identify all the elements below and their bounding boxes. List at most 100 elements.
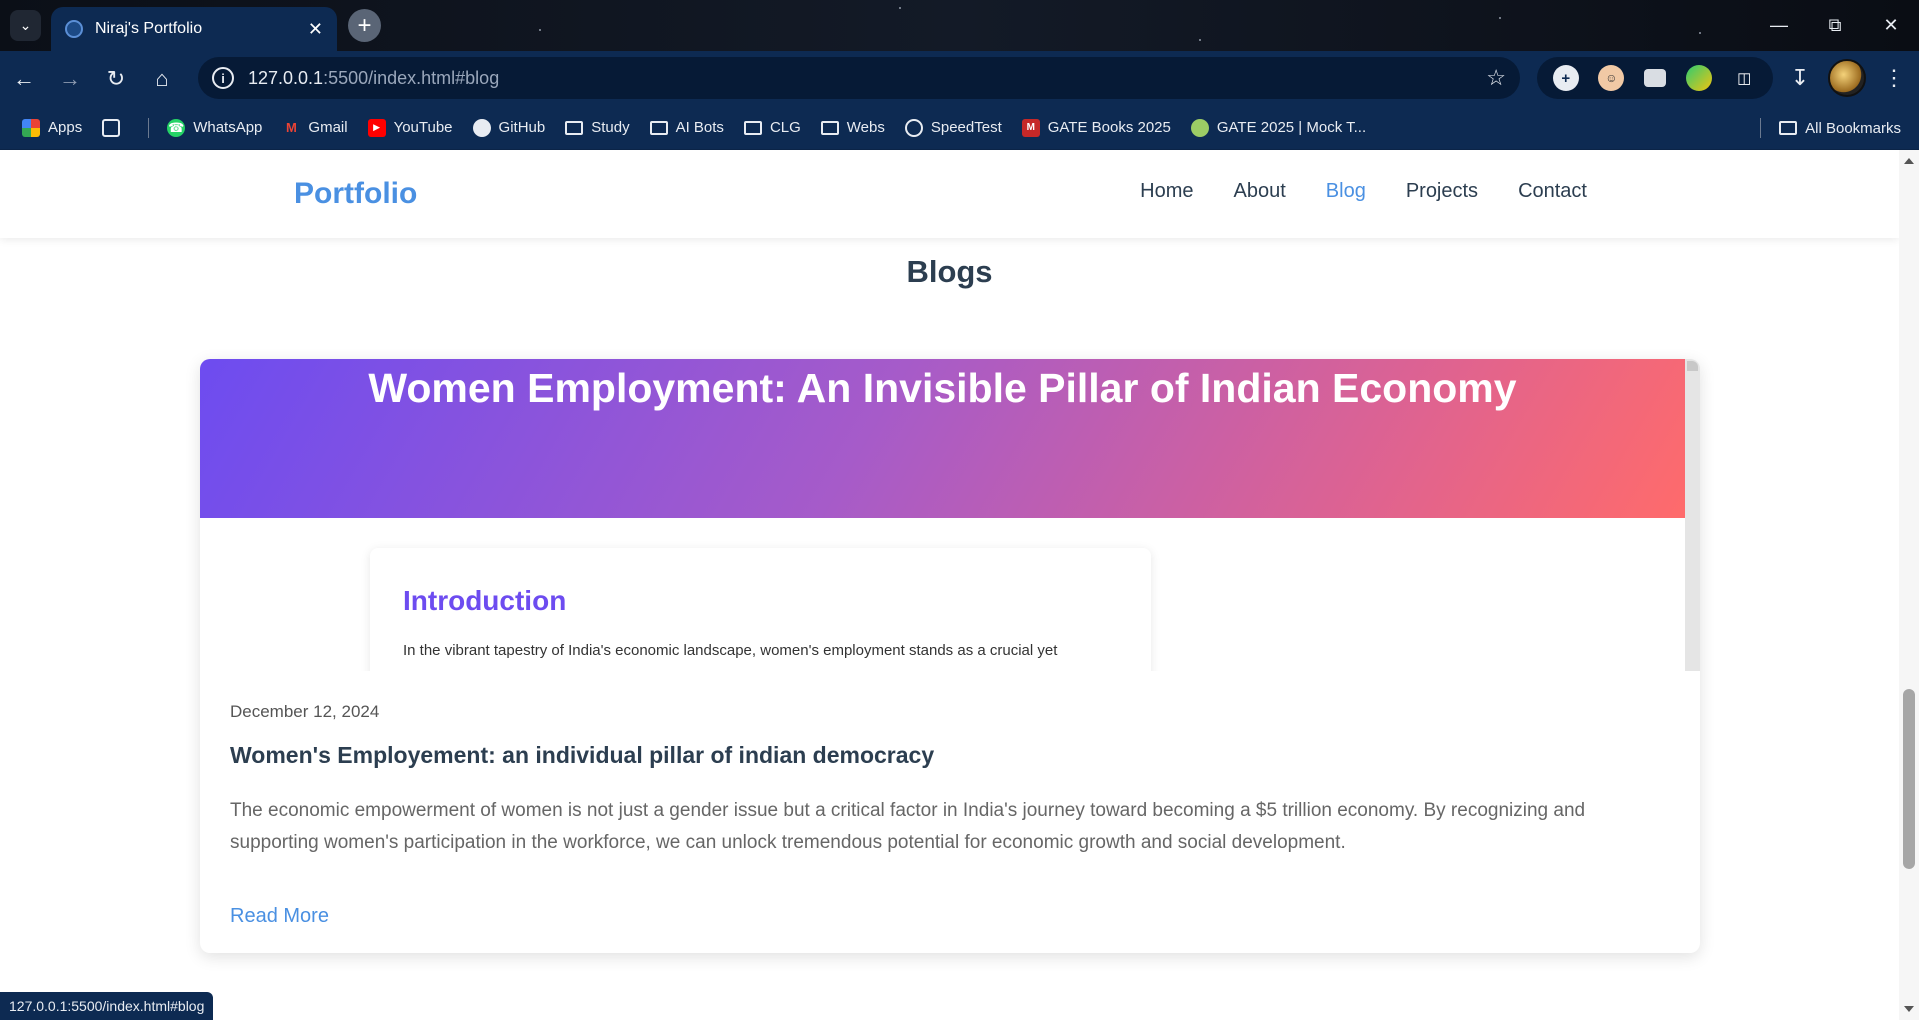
whatsapp-icon: ☎ xyxy=(167,118,186,137)
nav-links: Home About Blog Projects Contact xyxy=(1140,180,1587,203)
bookmark-separator xyxy=(1760,118,1762,138)
bookmark-label: Gmail xyxy=(308,119,348,136)
minimize-button[interactable]: — xyxy=(1751,0,1807,51)
minimize-icon: — xyxy=(1770,15,1788,35)
home-button[interactable]: ⌂ xyxy=(140,57,184,101)
bookmark-label: GATE Books 2025 xyxy=(1047,119,1171,136)
more-menu-icon[interactable]: ⋮ xyxy=(1874,58,1914,98)
scroll-down-arrow-icon[interactable] xyxy=(1904,1006,1914,1012)
post-date: December 12, 2024 xyxy=(230,702,380,721)
bookmark-label: GATE 2025 | Mock T... xyxy=(1216,119,1367,136)
bookmark-folder-study[interactable]: Study xyxy=(565,119,630,136)
globe-icon xyxy=(65,20,83,38)
scroll-up-arrow-icon[interactable] xyxy=(1904,158,1914,164)
intro-text: In the vibrant tapestry of India's econo… xyxy=(403,642,1058,659)
bookmark-gmail[interactable]: M Gmail xyxy=(282,119,348,137)
tab-search-button[interactable]: ⌄ xyxy=(10,10,41,41)
nav-projects[interactable]: Projects xyxy=(1406,180,1478,203)
blog-card: Women Employment: An Invisible Pillar of… xyxy=(200,359,1700,953)
page-scrollbar-thumb[interactable] xyxy=(1903,689,1915,869)
bookmark-label: YouTube xyxy=(393,119,453,136)
forward-button[interactable]: → xyxy=(48,57,92,101)
folder-icon xyxy=(565,120,584,135)
bookmark-gate-books[interactable]: M GATE Books 2025 xyxy=(1021,118,1171,137)
extensions-group: + ☺ ◫ xyxy=(1537,57,1773,99)
all-bookmarks[interactable]: All Bookmarks xyxy=(1760,106,1901,150)
nav-contact[interactable]: Contact xyxy=(1518,180,1587,203)
bookmark-label: AI Bots xyxy=(675,119,724,136)
speedtest-icon xyxy=(904,118,923,137)
hero-title: Women Employment: An Invisible Pillar of… xyxy=(368,365,1517,411)
page-viewport: Portfolio Home About Blog Projects Conta… xyxy=(0,150,1919,1020)
plus-icon: + xyxy=(357,11,372,39)
address-bar[interactable]: i 127.0.0.1:5500/index.html#blog ☆ xyxy=(198,57,1520,99)
url-text[interactable]: 127.0.0.1:5500/index.html#blog xyxy=(248,68,1486,89)
puzzle-icon[interactable]: ◫ xyxy=(1731,65,1757,91)
blog-preview-frame[interactable]: Women Employment: An Invisible Pillar of… xyxy=(200,359,1700,671)
gmail-icon: M xyxy=(285,120,297,135)
new-tab-button[interactable]: + xyxy=(348,9,381,42)
nav-blog[interactable]: Blog xyxy=(1326,180,1366,203)
intro-section: Introduction In the vibrant tapestry of … xyxy=(370,548,1151,671)
plus-circle-extension-icon[interactable]: + xyxy=(1552,65,1579,91)
read-more-link[interactable]: Read More xyxy=(230,905,329,928)
link-status-bar: 127.0.0.1:5500/index.html#blog xyxy=(0,992,214,1020)
bookmark-label: CLG xyxy=(769,119,801,136)
info-icon[interactable]: i xyxy=(212,67,234,89)
preview-scrollbar-thumb[interactable] xyxy=(1687,361,1698,371)
printer-extension-icon[interactable] xyxy=(1643,69,1666,87)
site-navbar: Portfolio Home About Blog Projects Conta… xyxy=(0,150,1899,238)
bookmark-speedtest[interactable]: SpeedTest xyxy=(904,118,1002,137)
intro-heading: Introduction xyxy=(403,585,567,616)
nav-home[interactable]: Home xyxy=(1140,180,1193,203)
bookmark-label: Webs xyxy=(846,119,885,136)
page-scrollbar[interactable] xyxy=(1899,150,1919,1020)
bookmark-whatsapp[interactable]: ☎ WhatsApp xyxy=(167,118,262,137)
bookmark-gate-mock[interactable]: GATE 2025 | Mock T... xyxy=(1190,118,1367,137)
apps-grid-icon xyxy=(22,118,40,137)
bookmark-folder-webs[interactable]: Webs xyxy=(820,119,885,136)
profile-avatar[interactable] xyxy=(1828,59,1866,97)
preview-scrollbar[interactable] xyxy=(1685,359,1700,671)
bookmark-label: Study xyxy=(591,119,630,136)
restore-icon: ⧉ xyxy=(1828,15,1842,35)
blog-preview-content: Women Employment: An Invisible Pillar of… xyxy=(200,359,1685,671)
browser-toolbar: ← → ↻ ⌂ i 127.0.0.1:5500/index.html#blog… xyxy=(0,51,1919,106)
window-controls: — ⧉ ✕ xyxy=(1751,0,1919,51)
folder-icon xyxy=(1779,121,1798,135)
back-button[interactable]: ← xyxy=(2,57,46,101)
reload-button[interactable]: ↻ xyxy=(94,57,138,101)
bookmark-label: GitHub xyxy=(498,119,546,136)
folder-icon xyxy=(743,120,762,135)
bookmark-apps[interactable]: Apps xyxy=(22,118,83,137)
arrow-left-icon: ← xyxy=(13,65,35,91)
browser-title-bar: ⌄ Niraj's Portfolio ✕ + — ⧉ ✕ xyxy=(0,0,1919,51)
star-icon[interactable]: ☆ xyxy=(1486,65,1506,91)
bookmark-separator xyxy=(148,117,150,138)
bookmark-youtube[interactable]: ▶ YouTube xyxy=(367,118,453,137)
close-icon[interactable]: ✕ xyxy=(308,19,323,40)
url-host: 127.0.0.1 xyxy=(248,67,324,88)
nav-about[interactable]: About xyxy=(1234,180,1286,203)
browser-tab[interactable]: Niraj's Portfolio ✕ xyxy=(51,7,337,51)
grid-icon xyxy=(102,118,121,137)
restore-button[interactable]: ⧉ xyxy=(1807,0,1863,51)
youtube-icon: ▶ xyxy=(367,118,386,137)
bookmark-github[interactable]: GitHub xyxy=(472,118,546,137)
all-bookmarks-label: All Bookmarks xyxy=(1805,119,1901,137)
chevron-down-icon: ⌄ xyxy=(19,17,32,33)
download-icon[interactable]: ↧ xyxy=(1780,58,1820,98)
post-title: Women's Employement: an individual pilla… xyxy=(230,742,935,768)
folder-icon xyxy=(649,120,668,135)
bookmark-folder-clg[interactable]: CLG xyxy=(743,119,801,136)
github-icon xyxy=(472,118,491,137)
section-title: Blogs xyxy=(906,254,993,289)
bookmark-folder-ai-bots[interactable]: AI Bots xyxy=(649,119,724,136)
bookmark-grid[interactable] xyxy=(102,118,128,137)
bookmark-label: Apps xyxy=(48,119,83,136)
face-extension-icon[interactable]: ☺ xyxy=(1598,65,1625,91)
color-extension-icon[interactable] xyxy=(1685,65,1712,91)
close-window-button[interactable]: ✕ xyxy=(1863,0,1919,51)
site-logo[interactable]: Portfolio xyxy=(294,177,417,211)
close-icon: ✕ xyxy=(1883,15,1899,35)
